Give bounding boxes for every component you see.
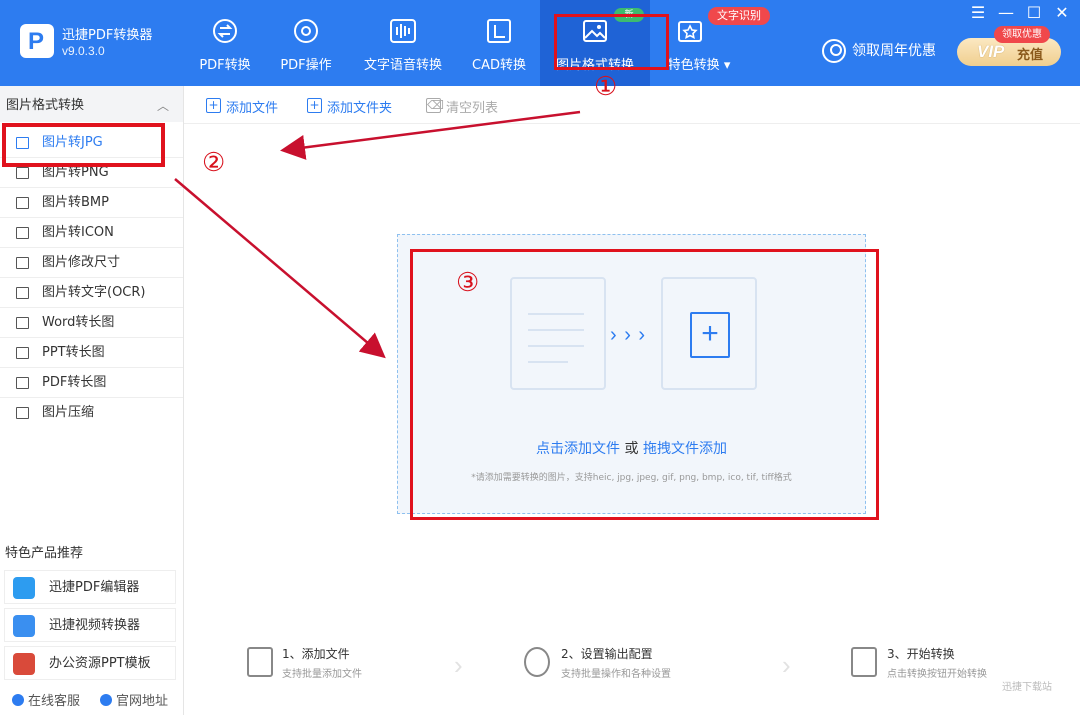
annotation-arrow-1 [280, 110, 581, 160]
annotation-arrows [174, 110, 581, 359]
annotation-arrow-2 [174, 178, 386, 359]
